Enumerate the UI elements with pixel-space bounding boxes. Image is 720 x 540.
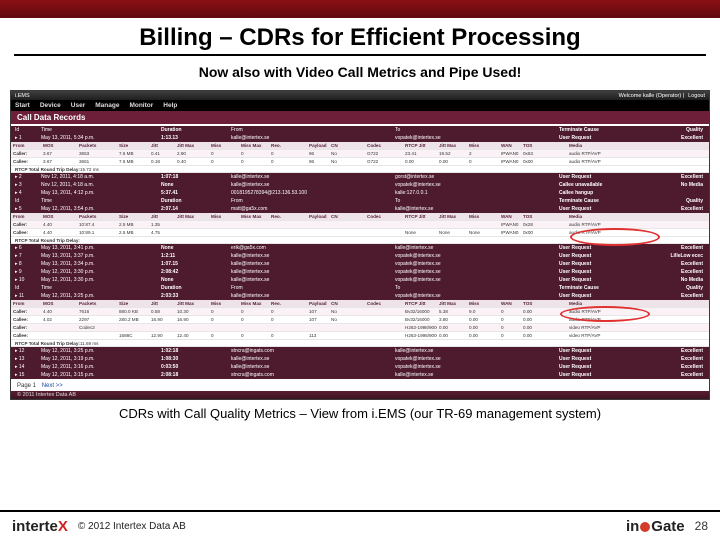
menu-user[interactable]: User: [71, 102, 85, 109]
cdr-sub-header: FromMOSPacketsSizeJittJitt MaxMissMiss M…: [11, 142, 709, 150]
cdr-main-row[interactable]: ▸ 9May 12, 2011, 3:30 p.m.2:08:42kalle@i…: [11, 268, 709, 276]
cdr-main-row[interactable]: ▸ 1May 13, 2011, 5:34 p.m.1:13.13kalle@i…: [11, 134, 709, 142]
slide-subtitle: Now also with Video Call Metrics and Pip…: [0, 56, 720, 90]
cdr-main-row[interactable]: ▸ 3Nov 12, 2011, 4:18 a.m.Nonekalle@inte…: [11, 181, 709, 189]
cdr-sub-row: Caller:3.6736537.6 MB0.412.9000096NoG722…: [11, 150, 709, 158]
cdr-main-row[interactable]: ▸ 2Nov 12, 2011, 4:18 a.m.1:07:18kalle@i…: [11, 173, 709, 181]
cdr-main-row[interactable]: ▸ 10May 12, 2011, 3:30 p.m.Nonekalle@int…: [11, 276, 709, 284]
menu-monitor[interactable]: Monitor: [129, 102, 153, 109]
cdr-sub-header: FromMOSPacketsSizeJittJitt MaxMissMiss M…: [11, 300, 709, 308]
cdr-main-row[interactable]: ▸ 11May 12, 2011, 3:25 p.m.2:03:33kalle@…: [11, 292, 709, 300]
iems-logout-link[interactable]: Logout: [688, 93, 705, 99]
cdr-main-row[interactable]: ▸ 8May 13, 2011, 3:34 p.m.1:07.15kalle@i…: [11, 260, 709, 268]
cdr-rtcp-row: RTCP Total Round Trip Delay:: [11, 237, 709, 244]
iems-welcome-text: Welcome kalle (Operator) |: [619, 93, 685, 99]
pager: Page 1 Next >>: [11, 381, 709, 391]
menu-start[interactable]: Start: [15, 102, 30, 109]
iems-window: i.EMS Welcome kalle (Operator) | Logout …: [10, 90, 710, 400]
menu-device[interactable]: Device: [40, 102, 61, 109]
cdr-sub-row: Callee:1688C12.9012.40000113H263-1998/90…: [11, 332, 709, 340]
cdr-main-row[interactable]: ▸ 14May 12, 2011, 3:16 p.m.0:03:50kalle@…: [11, 363, 709, 371]
cdr-section-title: Call Data Records: [11, 111, 709, 124]
cdr-main-row[interactable]: ▸ 6May 13, 2011, 3:41 p.m.Noneerik@ga5x.…: [11, 244, 709, 252]
slide-top-stripe: [0, 0, 720, 18]
cdr-main-row[interactable]: ▸ 15May 12, 2011, 3:15 p.m.2:08:18stncra…: [11, 371, 709, 379]
cdr-records-area: IdTimeDurationFromToTerminate CauseQuali…: [11, 124, 709, 381]
intertex-logo: interteX: [12, 518, 68, 535]
cdr-sub-row: Caller:Codec2H263-1998/900000.000.0000.0…: [11, 324, 709, 332]
cdr-main-row[interactable]: ▸ 4May 13, 2011, 4:12 p.m.5:37.410018195…: [11, 189, 709, 197]
cdr-sub-row: Callee:4.022297280.2 MB16.9016.90000107N…: [11, 316, 709, 324]
slide-caption: CDRs with Call Quality Metrics – View fr…: [10, 406, 710, 421]
iems-footer-copy: © 2011 Intertex Data AB: [11, 391, 709, 399]
cdr-rtcp-row: RTCP Total Round Trip Delay: 15.72 ms: [11, 166, 709, 173]
cdr-sub-row: Caller:4.4010:87.42.5 MB1.35IPWAN00x28au…: [11, 221, 709, 229]
cdr-sub-row: Callee:4.4010:89.12.5 MB4.75NoneNoneNone…: [11, 229, 709, 237]
pager-page-label: Page 1: [17, 383, 36, 389]
cdr-sub-row: Callee:3.6736617.6 MB0.180.4000096NoG722…: [11, 158, 709, 166]
slide-title: Billing – CDRs for Efficient Processing: [14, 18, 706, 56]
copyright-text: © 2012 Intertex Data AB: [78, 521, 186, 532]
menu-manage[interactable]: Manage: [95, 102, 119, 109]
iems-menu: Start Device User Manage Monitor Help: [11, 100, 709, 111]
cdr-main-header: IdTimeDurationFromToTerminate CauseQuali…: [11, 284, 709, 292]
pager-next-link[interactable]: Next >>: [42, 383, 63, 389]
cdr-main-header: IdTimeDurationFromToTerminate CauseQuali…: [11, 126, 709, 134]
cdr-main-row[interactable]: ▸ 7May 13, 2011, 3:37 p.m.1:2:11kalle@in…: [11, 252, 709, 260]
ingate-logo: inGate: [626, 518, 685, 535]
cdr-main-row[interactable]: ▸ 5May 12, 2011, 3:54 p.m.2:07.14matt@ga…: [11, 205, 709, 213]
cdr-sub-header: FromMOSPacketsSizeJittJitt MaxMissMiss M…: [11, 213, 709, 221]
cdr-main-row[interactable]: ▸ 12May 12, 2011, 3:25 p.m.1:02:18stncra…: [11, 347, 709, 355]
iems-titlebar: i.EMS Welcome kalle (Operator) | Logout: [11, 91, 709, 100]
cdr-rtcp-row: RTCP Total Round Trip Delay: 11.69 ms: [11, 340, 709, 347]
cdr-sub-row: Caller:4.407616880.0 KB0.5810.30000107No…: [11, 308, 709, 316]
cdr-main-row[interactable]: ▸ 13May 12, 2011, 3:19 p.m.1:08:30kalle@…: [11, 355, 709, 363]
slide-footer: interteX © 2012 Intertex Data AB inGate …: [0, 510, 720, 540]
menu-help[interactable]: Help: [163, 102, 177, 109]
cdr-main-header: IdTimeDurationFromToTerminate CauseQuali…: [11, 197, 709, 205]
iems-brand: i.EMS: [15, 93, 30, 99]
slide-number: 28: [695, 519, 708, 533]
